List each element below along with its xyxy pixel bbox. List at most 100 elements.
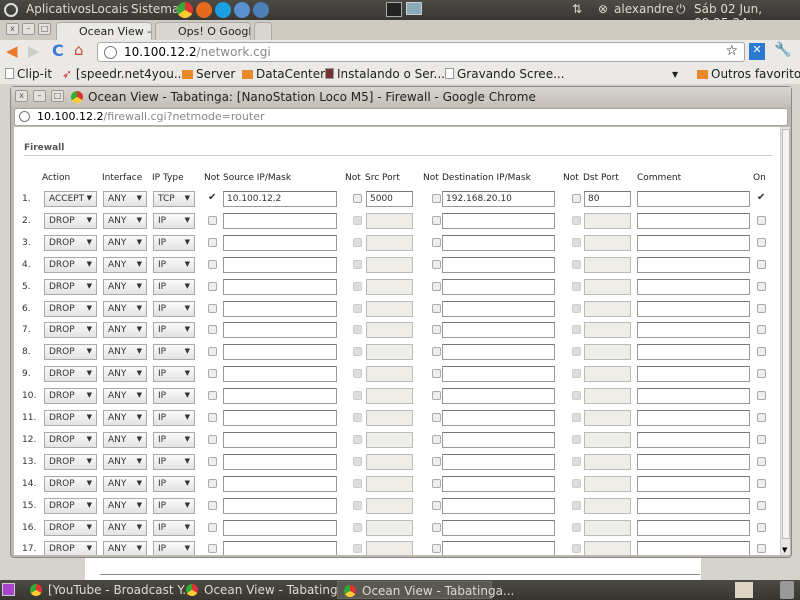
not-checkbox[interactable] (353, 391, 362, 401)
dst-port-input[interactable] (584, 300, 631, 317)
src-port-input[interactable] (366, 541, 413, 555)
address-bar[interactable]: 10.100.12.2/network.cgi ☆ (97, 42, 745, 62)
not-checkbox[interactable] (572, 456, 581, 466)
enabled-checkbox[interactable] (757, 259, 766, 269)
action-select[interactable]: DROP ▼ (44, 256, 97, 273)
dst-port-input[interactable] (584, 519, 631, 536)
maximize-window-button[interactable]: □ (38, 23, 51, 35)
dst-port-input[interactable] (584, 541, 631, 555)
not-checkbox[interactable] (432, 391, 441, 401)
source-ip-input[interactable] (223, 410, 337, 426)
dst-port-input[interactable] (584, 234, 631, 251)
src-port-input[interactable] (366, 410, 413, 426)
action-select[interactable]: DROP ▼ (44, 519, 97, 536)
interface-select[interactable]: ANY ▼ (103, 410, 147, 426)
destination-ip-input[interactable] (442, 256, 555, 273)
src-port-input[interactable] (366, 519, 413, 536)
interface-select[interactable]: ANY ▼ (103, 475, 147, 492)
not-checkbox[interactable] (353, 544, 362, 554)
not-checkbox[interactable] (208, 391, 217, 401)
comment-input[interactable] (637, 388, 750, 405)
not-checkbox[interactable] (208, 237, 217, 247)
back-icon[interactable]: ◀ (6, 42, 18, 60)
enabled-checkbox[interactable] (757, 522, 766, 532)
action-select[interactable]: DROP ▼ (44, 388, 97, 405)
scrollbar-thumb[interactable] (782, 129, 790, 539)
action-select[interactable]: ACCEPT ▼ (44, 191, 97, 207)
ubuntu-logo-icon[interactable] (4, 3, 18, 17)
not-checkbox[interactable] (432, 303, 441, 313)
src-port-input[interactable] (366, 212, 413, 229)
not-checkbox[interactable] (432, 347, 441, 357)
comment-input[interactable] (637, 322, 750, 339)
iptype-select[interactable]: IP ▼ (153, 366, 195, 383)
source-ip-input[interactable] (223, 300, 337, 317)
dst-port-input[interactable] (584, 388, 631, 405)
action-select[interactable]: DROP ▼ (44, 278, 97, 295)
interface-select[interactable]: ANY ▼ (103, 256, 147, 273)
iptype-select[interactable]: IP ▼ (153, 300, 195, 317)
src-port-input[interactable] (366, 475, 413, 492)
src-port-input[interactable] (366, 453, 413, 470)
enabled-checkbox[interactable] (757, 391, 766, 401)
not-checkbox[interactable] (572, 500, 581, 510)
destination-ip-input[interactable] (442, 388, 555, 405)
source-ip-input[interactable] (223, 212, 337, 229)
src-port-input[interactable] (366, 234, 413, 251)
interface-select[interactable]: ANY ▼ (103, 366, 147, 383)
enabled-checkbox[interactable] (757, 413, 766, 422)
not-checkbox[interactable] (572, 544, 581, 554)
bookmark-server[interactable]: Server (182, 67, 235, 81)
comment-input[interactable] (637, 234, 750, 251)
iptype-select[interactable]: IP ▼ (153, 278, 195, 295)
enabled-checkbox[interactable]: ✔ (757, 193, 766, 203)
not-checkbox[interactable] (208, 434, 217, 444)
bookmark-clip-it[interactable]: Clip-it (5, 67, 52, 81)
new-tab-button[interactable] (254, 22, 272, 40)
iptype-select[interactable]: TCP ▼ (153, 191, 195, 207)
not-checkbox[interactable] (572, 391, 581, 401)
not-checkbox[interactable] (572, 522, 581, 532)
dst-port-input[interactable] (584, 322, 631, 339)
source-ip-input[interactable] (223, 497, 337, 514)
iptype-select[interactable]: IP ▼ (153, 431, 195, 448)
interface-select[interactable]: ANY ▼ (103, 388, 147, 405)
comment-input[interactable] (637, 191, 750, 207)
source-ip-input[interactable] (223, 234, 337, 251)
destination-ip-input[interactable] (442, 234, 555, 251)
source-ip-input[interactable] (223, 453, 337, 470)
not-checkbox[interactable] (208, 325, 217, 335)
bookmark-datacenter[interactable]: DataCenter (242, 67, 325, 81)
destination-ip-input[interactable] (442, 519, 555, 536)
destination-ip-input[interactable] (442, 431, 555, 448)
not-checkbox[interactable] (572, 303, 581, 313)
comment-input[interactable] (637, 431, 750, 448)
not-checkbox[interactable] (353, 325, 362, 335)
comment-input[interactable] (637, 497, 750, 514)
task-ocean-view-1[interactable]: Ocean View - Tabating... (180, 581, 349, 599)
enabled-checkbox[interactable] (757, 544, 766, 554)
not-checkbox[interactable] (353, 281, 362, 291)
not-checkbox[interactable] (353, 259, 362, 269)
src-port-input[interactable] (366, 344, 413, 361)
forward-icon[interactable]: ▶ (28, 42, 40, 60)
comment-input[interactable] (637, 475, 750, 492)
src-port-input[interactable] (366, 388, 413, 405)
action-select[interactable]: DROP ▼ (44, 322, 97, 339)
interface-select[interactable]: ANY ▼ (103, 278, 147, 295)
src-port-input[interactable] (366, 431, 413, 448)
dst-port-input[interactable] (584, 475, 631, 492)
action-select[interactable]: DROP ▼ (44, 453, 97, 470)
src-port-input[interactable] (366, 366, 413, 383)
not-checkbox[interactable] (572, 347, 581, 357)
dst-port-input[interactable]: 80 (584, 191, 631, 207)
not-checkbox[interactable] (208, 281, 217, 291)
src-port-input[interactable] (366, 256, 413, 273)
not-checkbox[interactable] (572, 413, 581, 422)
interface-select[interactable]: ANY ▼ (103, 191, 147, 207)
enabled-checkbox[interactable] (757, 434, 766, 444)
source-ip-input[interactable] (223, 541, 337, 555)
comment-input[interactable] (637, 453, 750, 470)
chrome-launcher-icon[interactable] (177, 2, 193, 18)
action-select[interactable]: DROP ▼ (44, 212, 97, 229)
